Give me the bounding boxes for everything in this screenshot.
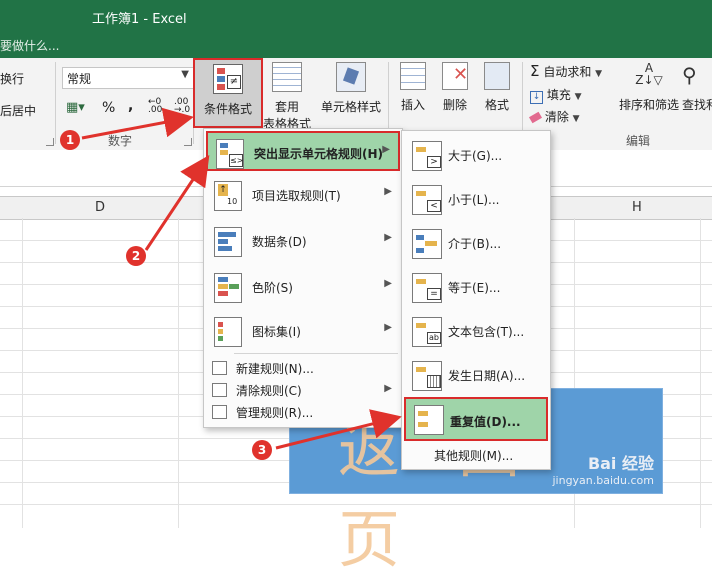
callout-badge-3: 3 [252,440,272,460]
arrow-1 [81,107,194,140]
callout-badge-2: 2 [126,246,146,266]
callout-badge-1: 1 [60,130,80,150]
callout-arrows [81,107,402,450]
arrow-3 [275,409,402,450]
arrow-2 [144,155,210,251]
